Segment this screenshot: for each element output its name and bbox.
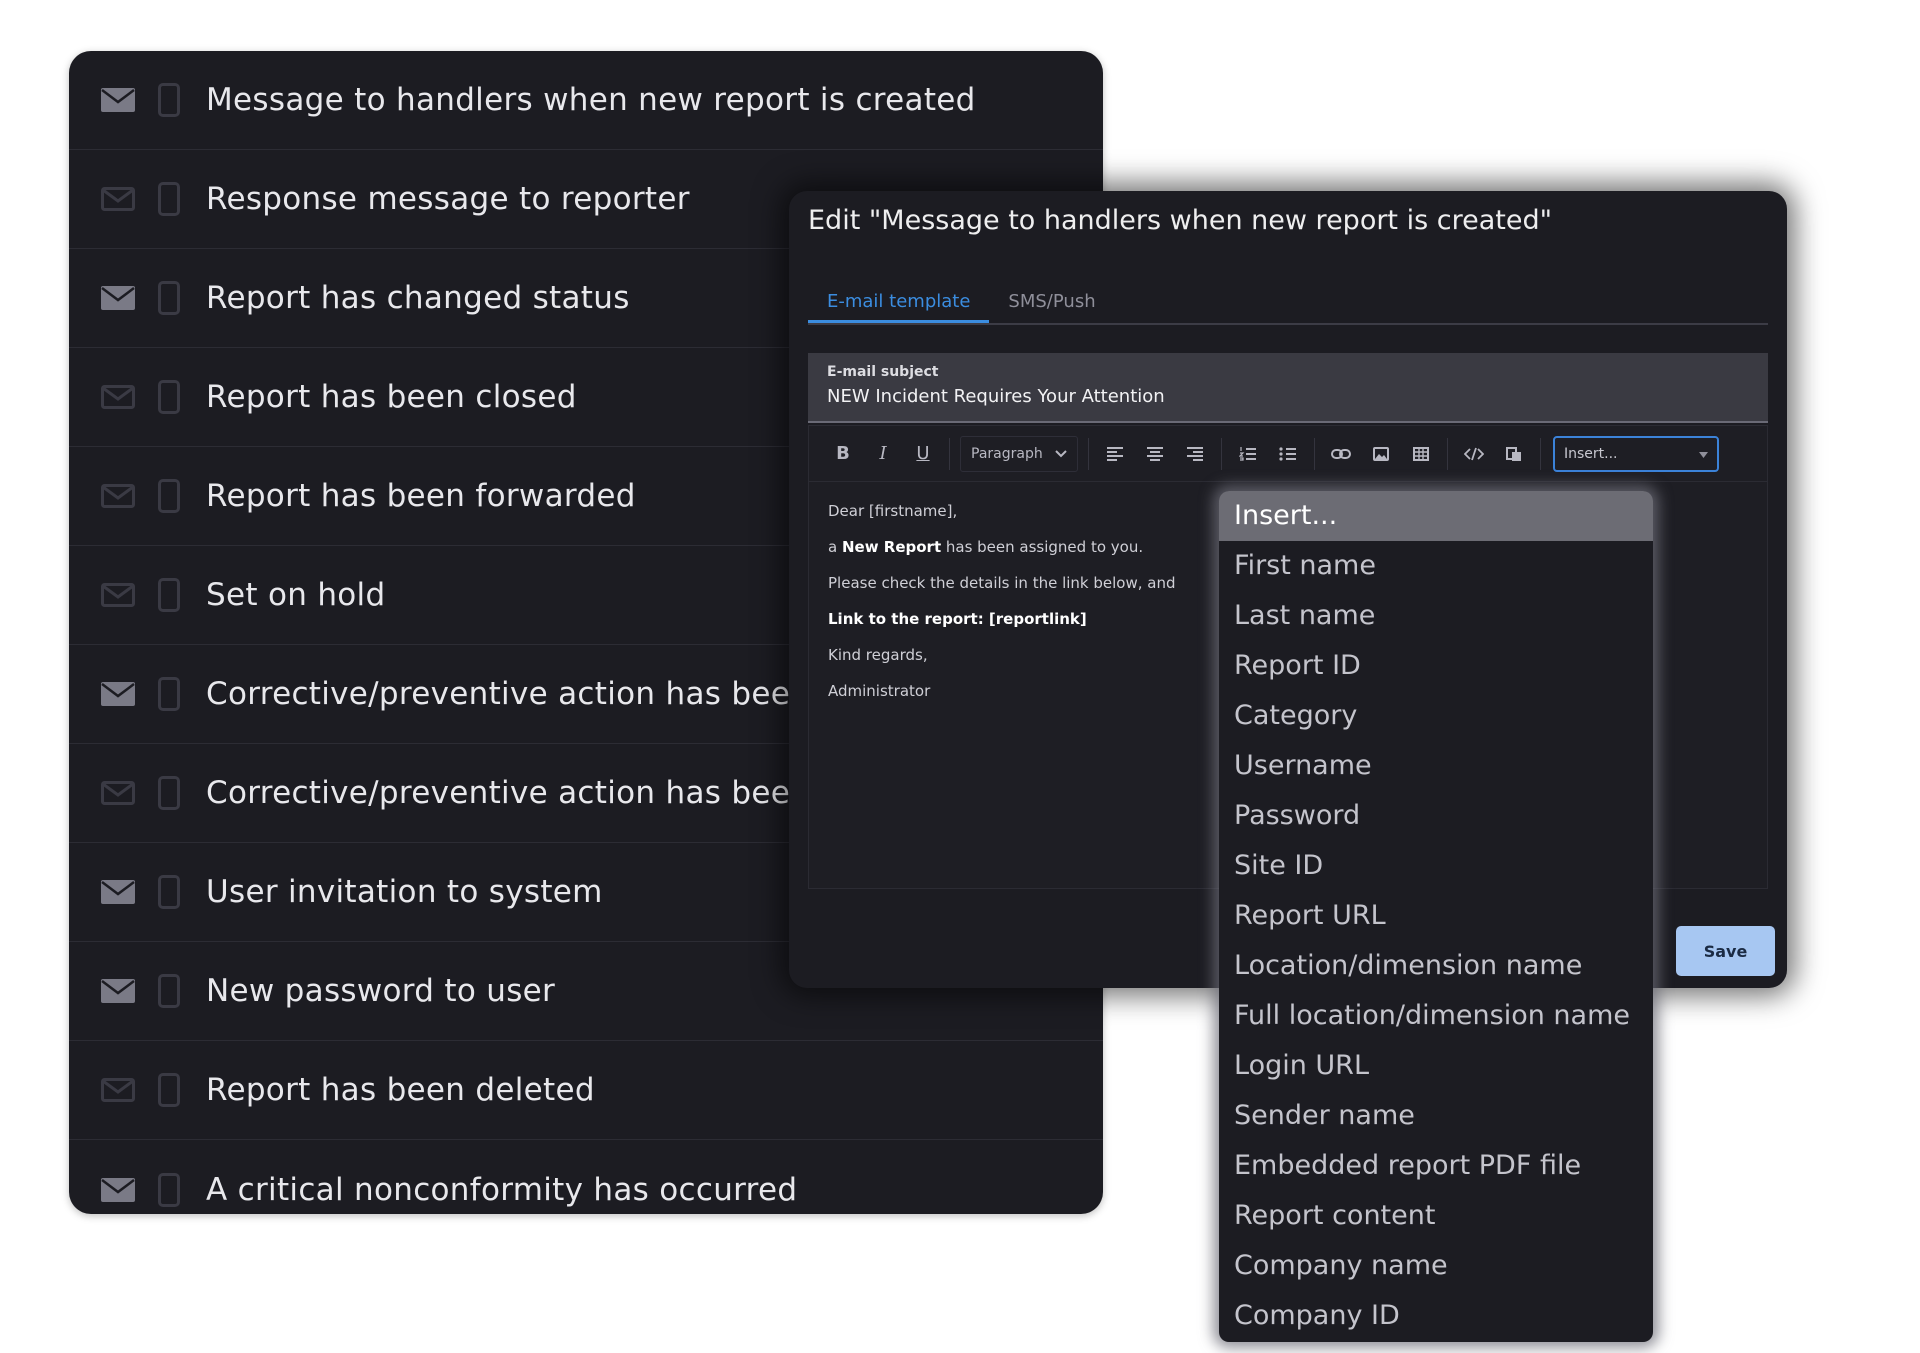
underline-button[interactable]: U — [903, 436, 943, 472]
insert-option[interactable]: Login URL — [1219, 1041, 1653, 1091]
insert-option[interactable]: Last name — [1219, 591, 1653, 641]
notification-label: User invitation to system — [206, 874, 603, 910]
phone-icon[interactable] — [158, 1073, 180, 1107]
envelope-icon[interactable] — [101, 484, 135, 508]
italic-button[interactable]: I — [863, 436, 903, 472]
insert-option[interactable]: Category — [1219, 691, 1653, 741]
block-format-value: Paragraph — [971, 445, 1043, 462]
link-icon[interactable] — [1321, 436, 1361, 472]
notification-label: Report has been forwarded — [206, 478, 636, 514]
save-button[interactable]: Save — [1676, 926, 1775, 976]
body-text: has been assigned to you. — [941, 538, 1144, 556]
notification-label: Corrective/preventive action has bee — [206, 676, 791, 712]
envelope-icon[interactable] — [101, 286, 135, 310]
insert-option[interactable]: Password — [1219, 791, 1653, 841]
insert-option[interactable]: Company ID — [1219, 1291, 1653, 1341]
template-tabs: E-mail template SMS/Push — [808, 287, 1768, 325]
notification-label: Response message to reporter — [206, 181, 690, 217]
phone-icon[interactable] — [158, 281, 180, 315]
editor-toolbar: B I U Paragraph Insert... — [809, 426, 1767, 482]
insert-option[interactable]: Full location/dimension name — [1219, 991, 1653, 1041]
phone-icon[interactable] — [158, 875, 180, 909]
envelope-icon[interactable] — [101, 1177, 135, 1202]
list-item[interactable]: A critical nonconformity has occurred — [69, 1140, 1103, 1214]
insert-select-value: Insert... — [1564, 445, 1618, 462]
insert-dropdown-header[interactable]: Insert... — [1219, 491, 1653, 541]
insert-option[interactable]: Report URL — [1219, 891, 1653, 941]
notification-label: Report has changed status — [206, 280, 630, 316]
caret-down-icon — [1699, 446, 1708, 462]
toolbar-divider — [1088, 437, 1089, 470]
email-subject-label: E-mail subject — [827, 364, 939, 380]
toolbar-divider — [1314, 437, 1315, 470]
email-subject-input[interactable]: NEW Incident Requires Your Attention — [827, 386, 1749, 407]
envelope-icon[interactable] — [101, 979, 135, 1003]
notification-label: New password to user — [206, 973, 556, 1009]
envelope-icon[interactable] — [101, 1078, 135, 1102]
envelope-icon[interactable] — [101, 187, 135, 211]
email-subject-field[interactable]: E-mail subject NEW Incident Requires You… — [808, 353, 1768, 423]
notification-label: Report has been closed — [206, 379, 577, 415]
toolbar-divider — [949, 437, 950, 470]
bold-button[interactable]: B — [823, 436, 863, 472]
notification-label: A critical nonconformity has occurred — [206, 1171, 798, 1208]
list-item[interactable]: Report has been deleted — [69, 1041, 1103, 1140]
chevron-down-icon — [1055, 446, 1067, 462]
insert-option[interactable]: Report ID — [1219, 641, 1653, 691]
notification-label: Corrective/preventive action has bee — [206, 775, 791, 811]
insert-dropdown-menu: Insert... First name Last name Report ID Ca… — [1219, 491, 1653, 1342]
notification-label: Report has been deleted — [206, 1072, 595, 1108]
insert-option[interactable]: Site ID — [1219, 841, 1653, 891]
envelope-icon[interactable] — [101, 583, 135, 607]
phone-icon[interactable] — [158, 182, 180, 216]
insert-option[interactable]: Company name — [1219, 1241, 1653, 1291]
envelope-icon[interactable] — [101, 682, 135, 706]
table-icon[interactable] — [1401, 436, 1441, 472]
phone-icon[interactable] — [158, 479, 180, 513]
insert-option[interactable]: Username — [1219, 741, 1653, 791]
insert-option[interactable]: Location/dimension name — [1219, 941, 1653, 991]
report-link-placeholder: Link to the report: [reportlink] — [828, 610, 1087, 628]
numbered-list-icon[interactable] — [1228, 436, 1268, 472]
phone-icon[interactable] — [158, 776, 180, 810]
phone-icon[interactable] — [158, 1172, 180, 1207]
insert-select[interactable]: Insert... — [1553, 435, 1719, 472]
align-right-icon[interactable] — [1175, 436, 1215, 472]
insert-option[interactable]: Embedded report PDF file — [1219, 1141, 1653, 1191]
toolbar-divider — [1221, 437, 1222, 470]
image-icon[interactable] — [1361, 436, 1401, 472]
notification-label: Message to handlers when new report is c… — [206, 82, 976, 118]
dialog-title: Edit "Message to handlers when new repor… — [808, 205, 1553, 236]
insert-option[interactable]: First name — [1219, 541, 1653, 591]
code-icon[interactable] — [1454, 436, 1494, 472]
envelope-icon[interactable] — [101, 880, 135, 904]
toolbar-divider — [1540, 437, 1541, 470]
paste-icon[interactable] — [1494, 436, 1534, 472]
envelope-icon[interactable] — [101, 781, 135, 805]
phone-icon[interactable] — [158, 83, 180, 117]
align-left-icon[interactable] — [1095, 436, 1135, 472]
list-item[interactable]: Message to handlers when new report is c… — [69, 51, 1103, 150]
insert-dropdown-items: First name Last name Report ID Category User… — [1219, 541, 1653, 1341]
block-format-select[interactable]: Paragraph — [960, 435, 1078, 472]
body-text: a — [828, 538, 842, 556]
insert-option[interactable]: Sender name — [1219, 1091, 1653, 1141]
envelope-icon[interactable] — [101, 88, 135, 112]
align-center-icon[interactable] — [1135, 436, 1175, 472]
envelope-icon[interactable] — [101, 385, 135, 409]
phone-icon[interactable] — [158, 380, 180, 414]
bullet-list-icon[interactable] — [1268, 436, 1308, 472]
insert-option[interactable]: Report content — [1219, 1191, 1653, 1241]
body-bold-text: New Report — [841, 538, 942, 556]
tab-email-template[interactable]: E-mail template — [808, 287, 990, 323]
notification-label: Set on hold — [206, 577, 386, 613]
phone-icon[interactable] — [158, 578, 180, 612]
toolbar-divider — [1447, 437, 1448, 470]
phone-icon[interactable] — [158, 974, 180, 1008]
phone-icon[interactable] — [158, 677, 180, 711]
tab-sms-push[interactable]: SMS/Push — [989, 287, 1114, 323]
